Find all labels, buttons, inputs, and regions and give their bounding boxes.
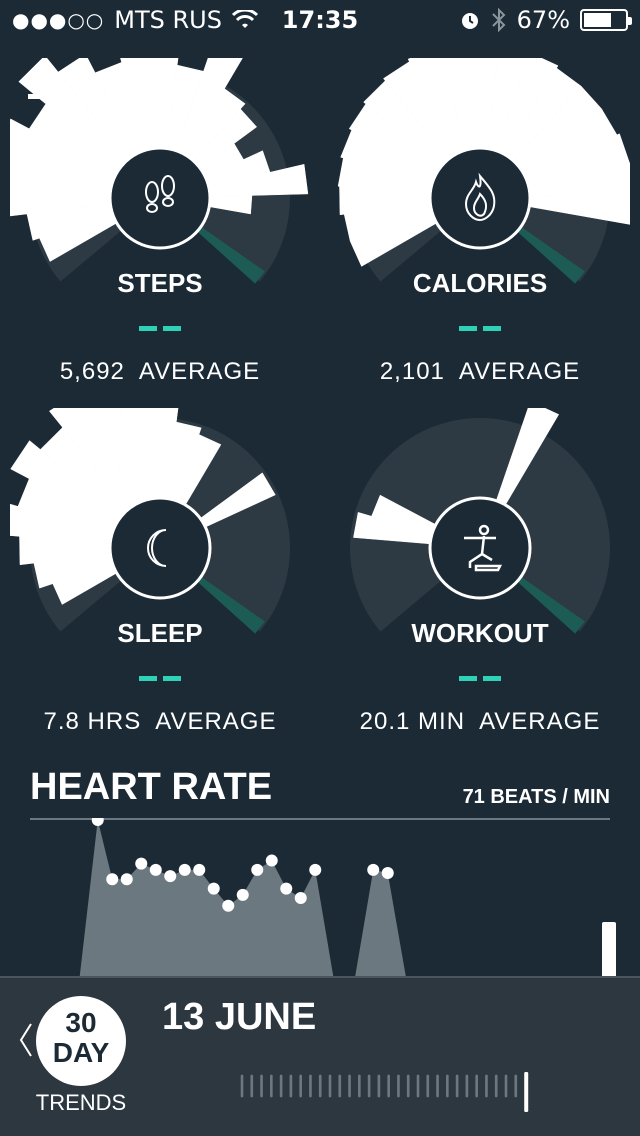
date-tick bbox=[279, 1074, 283, 1098]
trend-unit: DAY bbox=[52, 1037, 110, 1068]
heart-rate-point bbox=[106, 873, 119, 886]
date-tick bbox=[485, 1074, 488, 1098]
heart-rate-point bbox=[91, 818, 104, 826]
heart-rate-point bbox=[193, 863, 206, 876]
heart-rate-point bbox=[265, 854, 278, 867]
metric-steps[interactable]: STEPS 5,692 AVERAGE bbox=[10, 58, 310, 398]
battery-percent: 67% bbox=[516, 6, 570, 34]
metric-average: 5,692 AVERAGE bbox=[59, 358, 261, 385]
heart-rate-area bbox=[355, 869, 406, 976]
date-tick bbox=[465, 1074, 469, 1098]
metric-dash-indicator bbox=[459, 326, 501, 331]
metric-average: 20.1 MIN AVERAGE bbox=[359, 708, 601, 735]
date-tick bbox=[250, 1074, 254, 1098]
date-tick bbox=[328, 1074, 332, 1098]
status-bar: ●●●○○ MTS RUS 17:35 67% bbox=[0, 0, 640, 40]
dial-center bbox=[108, 146, 212, 250]
date-tick bbox=[387, 1074, 390, 1098]
date-tick bbox=[240, 1074, 244, 1098]
heart-rate-point bbox=[251, 863, 264, 876]
trend-number: 30 bbox=[65, 1007, 97, 1038]
metric-label: WORKOUT bbox=[411, 618, 549, 648]
metric-average: 7.8 HRS AVERAGE bbox=[43, 708, 277, 735]
date-tick bbox=[338, 1074, 342, 1098]
heart-rate-point bbox=[236, 888, 249, 901]
battery-level bbox=[584, 13, 611, 27]
heart-rate-point bbox=[164, 870, 177, 883]
date-tick bbox=[406, 1074, 410, 1098]
metric-workout[interactable]: WORKOUT 20.1 MIN AVERAGE bbox=[330, 408, 630, 748]
date-tick bbox=[455, 1074, 459, 1098]
metric-average: 2,101 AVERAGE bbox=[379, 358, 581, 385]
heart-rate-point bbox=[135, 857, 148, 870]
heart-rate-point bbox=[207, 882, 220, 895]
metric-label: CALORIES bbox=[412, 268, 548, 298]
metric-dash-indicator bbox=[139, 326, 181, 331]
metric-sleep[interactable]: SLEEP 7.8 HRS AVERAGE bbox=[10, 408, 310, 748]
heart-rate-chart[interactable] bbox=[0, 818, 640, 978]
date-tick bbox=[289, 1074, 293, 1098]
metric-calories[interactable]: CALORIES 2,101 AVERAGE bbox=[330, 58, 630, 398]
date-tick bbox=[348, 1074, 351, 1098]
date-tick bbox=[299, 1074, 302, 1098]
date-tick bbox=[504, 1074, 508, 1098]
date-tick bbox=[309, 1074, 312, 1098]
date-tick bbox=[367, 1074, 371, 1098]
heart-rate-point bbox=[178, 863, 191, 876]
battery-icon bbox=[580, 9, 632, 31]
date-tick bbox=[416, 1074, 420, 1098]
heart-rate-point bbox=[381, 867, 394, 880]
heart-rate-point bbox=[222, 899, 235, 912]
date-scrubber[interactable] bbox=[166, 1072, 606, 1112]
date-tick bbox=[514, 1074, 518, 1098]
heart-rate-point bbox=[367, 863, 380, 876]
heart-rate-point bbox=[294, 892, 307, 904]
trend-label: TRENDS bbox=[35, 1090, 127, 1115]
date-tick bbox=[475, 1074, 478, 1098]
metric-dash-indicator bbox=[139, 676, 181, 681]
chevron-left-icon[interactable] bbox=[16, 1020, 36, 1060]
heart-rate-value: 71 BEATS / MIN bbox=[462, 786, 610, 808]
date-tick-selected bbox=[524, 1072, 529, 1112]
heart-rate-cursor bbox=[602, 922, 616, 978]
date-tick bbox=[436, 1074, 439, 1098]
heart-rate-point bbox=[280, 882, 293, 895]
date-tick bbox=[426, 1074, 430, 1098]
date-tick bbox=[270, 1074, 273, 1098]
metric-label: STEPS bbox=[117, 268, 203, 298]
metric-dash-indicator bbox=[459, 676, 501, 681]
dial-center bbox=[108, 496, 212, 600]
alarm-icon bbox=[461, 13, 478, 29]
dial-center bbox=[428, 496, 532, 600]
selected-date: 13 JUNE bbox=[162, 996, 317, 1038]
dial-center bbox=[428, 146, 532, 250]
date-tick bbox=[446, 1074, 449, 1098]
date-tick bbox=[318, 1074, 322, 1098]
date-tick bbox=[377, 1074, 381, 1098]
date-tick bbox=[260, 1074, 263, 1098]
date-tick bbox=[397, 1074, 400, 1098]
heart-rate-point bbox=[149, 863, 162, 876]
bluetooth-icon bbox=[491, 7, 506, 33]
date-tick bbox=[494, 1074, 498, 1098]
trend-range-button[interactable]: 30 DAY bbox=[36, 996, 126, 1086]
heart-rate-point bbox=[309, 863, 322, 876]
metric-label: SLEEP bbox=[117, 618, 203, 648]
date-tick bbox=[358, 1074, 361, 1098]
heart-rate-title: HEART RATE bbox=[30, 766, 273, 808]
heart-rate-point bbox=[120, 873, 133, 886]
